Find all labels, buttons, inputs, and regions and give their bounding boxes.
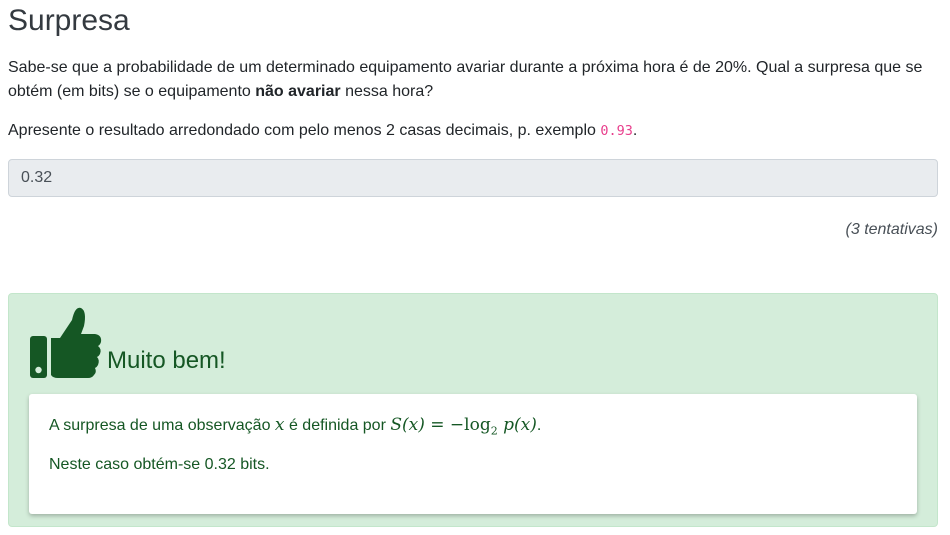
page: Surpresa Sabe-se que a probabilidade de … xyxy=(0,0,950,535)
instruction-end: . xyxy=(632,122,638,139)
page-title: Surpresa xyxy=(8,4,130,37)
question-part2: nessa hora? xyxy=(340,83,434,100)
attempts-count: (3 tentativas) xyxy=(845,221,938,238)
result-line: Neste caso obtém-se 0.32 bits. xyxy=(49,456,270,473)
surprise-formula: S(x) = −log2 p(x) xyxy=(390,415,537,438)
example-code: 0.93 xyxy=(600,123,633,139)
definition-before: A surpresa de uma observação xyxy=(49,417,275,434)
thumbs-up-icon xyxy=(30,307,102,378)
definition-end: . xyxy=(536,417,542,434)
feedback-panel: Muito bem! A surpresa de uma observação … xyxy=(8,293,938,527)
instruction-text: Apresente o resultado arredondado com pe… xyxy=(8,119,637,143)
explanation-card: A surpresa de uma observação x é definid… xyxy=(29,394,917,514)
definition-middle: é definida por xyxy=(284,417,391,434)
question-part1: Sabe-se que a probabilidade de um determ… xyxy=(8,59,923,100)
definition-line: A surpresa de uma observação x é definid… xyxy=(49,413,541,443)
answer-input[interactable] xyxy=(8,159,938,197)
question-emphasis: não avariar xyxy=(255,83,341,100)
feedback-title: Muito bem! xyxy=(107,347,226,374)
instruction-main: Apresente o resultado arredondado com pe… xyxy=(8,122,601,139)
math-variable: x xyxy=(274,415,285,435)
question-text: Sabe-se que a probabilidade de um determ… xyxy=(8,56,928,104)
